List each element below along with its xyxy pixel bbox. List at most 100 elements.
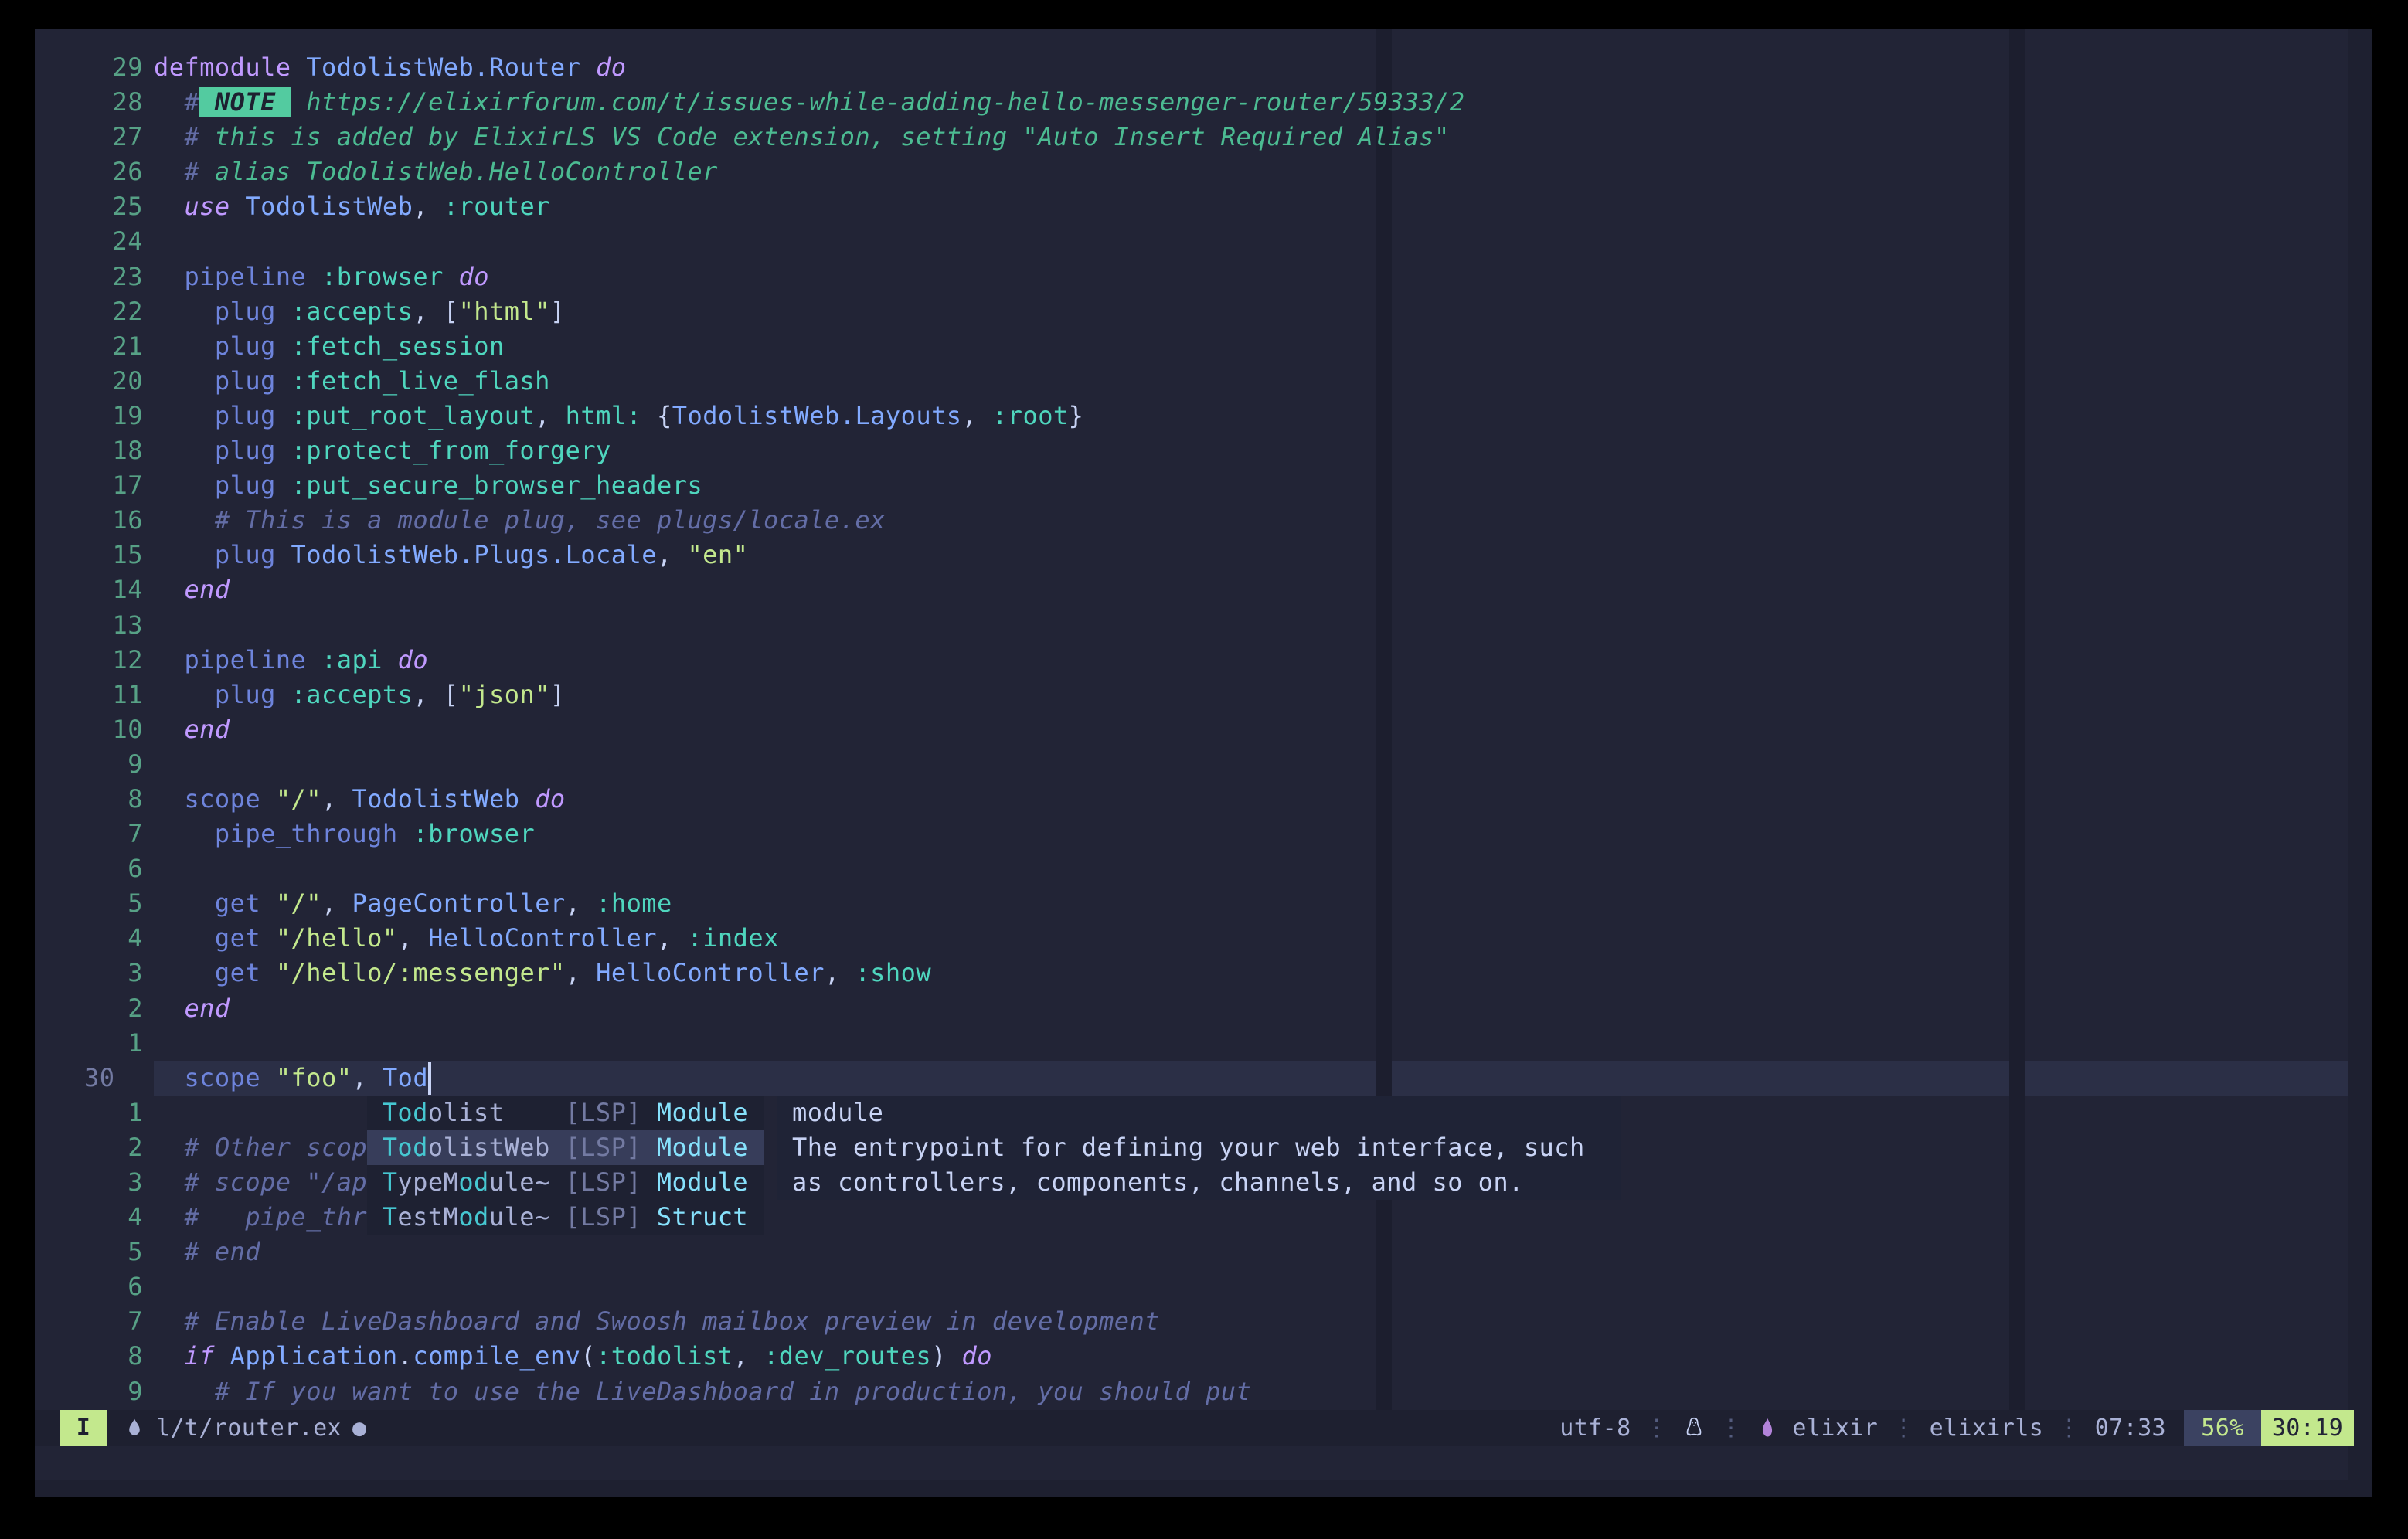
code-line[interactable]: 27 # this is added by ElixirLS VS Code e… — [35, 120, 2348, 155]
code-text: # NOTE https://elixirforum.com/t/issues-… — [154, 85, 2348, 120]
line-number: 27 — [35, 120, 154, 155]
line-number: 2 — [35, 991, 154, 1026]
modified-dot: ● — [352, 1415, 366, 1442]
line-number: 11 — [35, 678, 154, 712]
line-number: 9 — [35, 1374, 154, 1409]
code-line[interactable]: 10 end — [35, 712, 2348, 747]
code-line[interactable]: 7 pipe_through :browser — [35, 817, 2348, 851]
completion-item[interactable]: Todolist [LSP] Module — [367, 1096, 764, 1130]
code-line[interactable]: 20 plug :fetch_live_flash — [35, 364, 2348, 399]
line-number: 2 — [35, 1130, 154, 1165]
line-number: 6 — [35, 851, 154, 886]
filename: l/t/router.ex — [156, 1415, 342, 1442]
code-line[interactable]: 22 plug :accepts, ["html"] — [35, 294, 2348, 329]
line-number: 28 — [35, 85, 154, 120]
code-line[interactable]: 26 # alias TodolistWeb.HelloController — [35, 155, 2348, 189]
code-text: if Application.compile_env(:todolist, :d… — [154, 1339, 2348, 1374]
line-number: 18 — [35, 433, 154, 468]
linux-tux-icon — [1682, 1416, 1706, 1439]
code-text: end — [154, 991, 2348, 1026]
statusline: I l/t/router.ex ● utf-8⋮⋮elixir⋮elixirls… — [35, 1410, 2372, 1446]
doc-line: The entrypoint for defining your web int… — [792, 1130, 1621, 1165]
statusline-separator: ⋮ — [1645, 1415, 1668, 1442]
code-line[interactable]: 9 — [35, 747, 2348, 782]
code-text: plug :accepts, ["json"] — [154, 678, 2348, 712]
line-number: 25 — [35, 189, 154, 224]
line-number: 1 — [35, 1026, 154, 1061]
code-line[interactable]: 18 plug :protect_from_forgery — [35, 433, 2348, 468]
command-line[interactable] — [35, 1446, 2348, 1480]
code-line[interactable]: 28 # NOTE https://elixirforum.com/t/issu… — [35, 85, 2348, 120]
code-text: # If you want to use the LiveDashboard i… — [154, 1374, 2348, 1409]
completion-popup[interactable]: Todolist [LSP] ModuleTodolistWeb [LSP] M… — [367, 1096, 764, 1235]
code-text: use TodolistWeb, :router — [154, 189, 2348, 224]
line-number: 24 — [35, 224, 154, 259]
code-line[interactable]: 8 scope "/", TodolistWeb do — [35, 782, 2348, 817]
code-line[interactable]: 13 — [35, 608, 2348, 643]
code-line[interactable]: 5 get "/", PageController, :home — [35, 886, 2348, 921]
completion-item-selected[interactable]: TodolistWeb [LSP] Module — [367, 1130, 764, 1165]
mode-indicator: I — [60, 1410, 107, 1446]
code-text: plug :accepts, ["html"] — [154, 294, 2348, 329]
code-text: plug :put_root_layout, html: {TodolistWe… — [154, 399, 2348, 433]
code-line[interactable]: 3 get "/hello/:messenger", HelloControll… — [35, 956, 2348, 990]
code-text: pipe_through :browser — [154, 817, 2348, 851]
code-text — [154, 851, 2348, 886]
code-text: get "/hello/:messenger", HelloController… — [154, 956, 2348, 990]
code-line[interactable]: 5 # end — [35, 1235, 2348, 1269]
code-line[interactable]: 8 if Application.compile_env(:todolist, … — [35, 1339, 2348, 1374]
code-text: get "/hello", HelloController, :index — [154, 921, 2348, 956]
code-text: plug :put_secure_browser_headers — [154, 468, 2348, 503]
code-line[interactable]: 6 — [35, 1269, 2348, 1304]
line-number: 10 — [35, 712, 154, 747]
code-line[interactable]: 14 end — [35, 572, 2348, 607]
line-number: 12 — [35, 643, 154, 678]
code-line[interactable]: 2 end — [35, 991, 2348, 1026]
code-line[interactable]: 12 pipeline :api do — [35, 643, 2348, 678]
code-text: end — [154, 572, 2348, 607]
code-line[interactable]: 15 plug TodolistWeb.Plugs.Locale, "en" — [35, 538, 2348, 572]
line-number: 26 — [35, 155, 154, 189]
line-number: 4 — [35, 1200, 154, 1235]
code-line[interactable]: 1 — [35, 1026, 2348, 1061]
statusline-item: elixirls — [1930, 1415, 2044, 1442]
line-number: 17 — [35, 468, 154, 503]
code-text: scope "/", TodolistWeb do — [154, 782, 2348, 817]
line-number: 8 — [35, 782, 154, 817]
code-text: pipeline :api do — [154, 643, 2348, 678]
elixir-droplet-icon — [1757, 1416, 1778, 1439]
code-line[interactable]: 30 scope "foo", Tod — [35, 1061, 2348, 1096]
code-line[interactable]: 11 plug :accepts, ["json"] — [35, 678, 2348, 712]
statusline-right: utf-8⋮⋮elixir⋮elixirls⋮07:33 — [1553, 1415, 2173, 1442]
line-number: 5 — [35, 886, 154, 921]
statusline-separator: ⋮ — [1892, 1415, 1915, 1442]
code-line[interactable]: 19 plug :put_root_layout, html: {Todolis… — [35, 399, 2348, 433]
statusline-item: elixir — [1792, 1415, 1878, 1442]
line-number: 6 — [35, 1269, 154, 1304]
code-line[interactable]: 16 # This is a module plug, see plugs/lo… — [35, 503, 2348, 538]
line-number: 5 — [35, 1235, 154, 1269]
code-line[interactable]: 25 use TodolistWeb, :router — [35, 189, 2348, 224]
completion-item[interactable]: TypeModule~ [LSP] Module — [367, 1165, 764, 1200]
line-number: 16 — [35, 503, 154, 538]
code-line[interactable]: 24 — [35, 224, 2348, 259]
line-number: 30 — [35, 1061, 154, 1096]
statusline-item: 07:33 — [2095, 1415, 2166, 1442]
line-number: 7 — [35, 1304, 154, 1339]
completion-item[interactable]: TestModule~ [LSP] Struct — [367, 1200, 764, 1235]
code-line[interactable]: 23 pipeline :browser do — [35, 260, 2348, 294]
code-line[interactable]: 7 # Enable LiveDashboard and Swoosh mail… — [35, 1304, 2348, 1339]
code-line[interactable]: 9 # If you want to use the LiveDashboard… — [35, 1374, 2348, 1409]
code-text — [154, 1269, 2348, 1304]
code-line[interactable]: 17 plug :put_secure_browser_headers — [35, 468, 2348, 503]
code-line[interactable]: 6 — [35, 851, 2348, 886]
line-number: 22 — [35, 294, 154, 329]
code-text: scope "foo", Tod — [154, 1061, 2348, 1096]
code-line[interactable]: 21 plug :fetch_session — [35, 329, 2348, 364]
code-text: # This is a module plug, see plugs/local… — [154, 503, 2348, 538]
code-line[interactable]: 29defmodule TodolistWeb.Router do — [35, 50, 2348, 85]
code-text — [154, 747, 2348, 782]
code-text: plug :fetch_live_flash — [154, 364, 2348, 399]
line-number: 29 — [35, 50, 154, 85]
code-line[interactable]: 4 get "/hello", HelloController, :index — [35, 921, 2348, 956]
